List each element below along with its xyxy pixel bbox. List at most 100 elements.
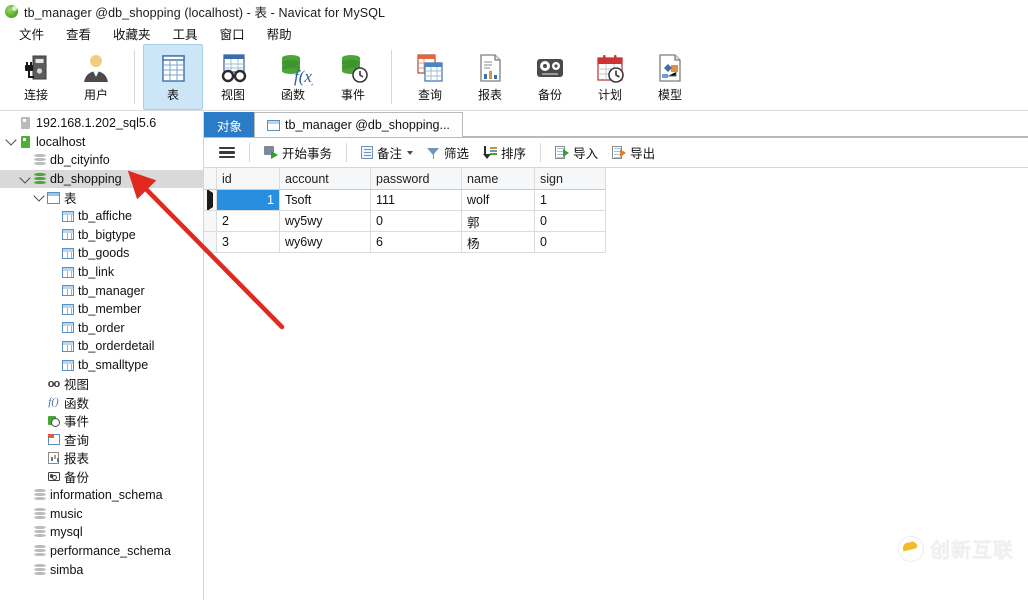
tree-node-[interactable]: f() 函数	[0, 393, 203, 412]
tables-folder-icon	[47, 191, 60, 204]
tree-node-tb_bigtype[interactable]: tb_bigtype	[0, 226, 203, 245]
row-indicator[interactable]	[204, 189, 217, 211]
grid-menu-button[interactable]	[212, 140, 242, 165]
table-icon	[61, 359, 74, 371]
object-tree-sidebar[interactable]: 192.168.1.202_sql5.6 localhost db_cityinfo…	[0, 111, 204, 600]
data-grid[interactable]: id account password name sign 1 Tsoft 111 w…	[204, 168, 606, 253]
menu-favorites[interactable]: 收藏夹	[102, 22, 162, 45]
cell-password[interactable]: 6	[370, 231, 462, 253]
tree-node-music[interactable]: music	[0, 504, 203, 523]
cell-sign[interactable]: 0	[534, 231, 606, 253]
tree-node-tb_link[interactable]: tb_link	[0, 263, 203, 282]
row-indicator[interactable]	[204, 231, 217, 253]
table-row[interactable]: 3 wy6wy 6 杨 0	[204, 231, 606, 253]
tree-node-[interactable]: 表	[0, 188, 203, 207]
tree-node-label: 事件	[64, 415, 90, 430]
toolbar-report-button[interactable]: 报表	[460, 44, 520, 110]
column-header-account[interactable]: account	[279, 168, 371, 190]
filter-button[interactable]: 筛选	[420, 140, 476, 165]
column-header-sign[interactable]: sign	[534, 168, 606, 190]
sort-button[interactable]: 排序	[476, 140, 533, 165]
import-button[interactable]: 导入	[548, 140, 605, 165]
tree-node-tb_manager[interactable]: tb_manager	[0, 281, 203, 300]
toolbar-connection-button[interactable]: 连接	[6, 44, 66, 110]
tree-node-performance_schema[interactable]: performance_schema	[0, 542, 203, 561]
note-button[interactable]: 备注	[354, 140, 420, 165]
tab-objects[interactable]: 对象	[204, 112, 256, 137]
function-icon: f(x)	[273, 52, 318, 86]
cell-account[interactable]: Tsoft	[279, 189, 371, 211]
cell-id[interactable]: 1	[216, 189, 280, 211]
tree-twisty[interactable]	[32, 190, 45, 202]
tree-node-label: 备份	[64, 471, 90, 486]
toolbar-query-button[interactable]: 查询	[400, 44, 460, 110]
tree-node-information_schema[interactable]: information_schema	[0, 486, 203, 505]
tree-node-tb_orderdetail[interactable]: tb_orderdetail	[0, 337, 203, 356]
cell-id[interactable]: 3	[216, 231, 280, 253]
tree-node-tb_order[interactable]: tb_order	[0, 319, 203, 338]
tree-node-tb_affiche[interactable]: tb_affiche	[0, 207, 203, 226]
toolbar-schedule-label: 计划	[597, 88, 622, 102]
tab-tb-manager-label: tb_manager @db_shopping...	[285, 118, 450, 132]
tree-node-localhost[interactable]: localhost	[0, 133, 203, 152]
menu-window[interactable]: 窗口	[209, 22, 256, 45]
tree-node-simba[interactable]: simba	[0, 560, 203, 579]
tree-node-tb_goods[interactable]: tb_goods	[0, 244, 203, 263]
toolbar-backup-button[interactable]: 备份	[520, 44, 580, 110]
cell-name[interactable]: 郭	[461, 210, 535, 232]
tree-node-db_cityinfo[interactable]: db_cityinfo	[0, 151, 203, 170]
toolbar-view-button[interactable]: 视图	[203, 44, 263, 110]
tree-node-[interactable]: 备份	[0, 467, 203, 486]
toolbar-table-button[interactable]: 表	[143, 44, 203, 110]
data-grid-body[interactable]: 1 Tsoft 111 wolf 1 2 wy5wy 0 郭 0 3 wy6wy 6 杨 0	[204, 189, 606, 253]
row-indicator[interactable]	[204, 210, 217, 232]
export-icon	[612, 146, 627, 159]
tree-node-tb_member[interactable]: tb_member	[0, 300, 203, 319]
menu-tools[interactable]: 工具	[162, 22, 209, 45]
table-row[interactable]: 2 wy5wy 0 郭 0	[204, 210, 606, 232]
table-row[interactable]: 1 Tsoft 111 wolf 1	[204, 189, 606, 211]
toolbar-schedule-button[interactable]: 计划	[580, 44, 640, 110]
navicat-logo-icon	[5, 4, 18, 18]
tree-node-[interactable]: 查询	[0, 430, 203, 449]
cell-password[interactable]: 0	[370, 210, 462, 232]
menu-view[interactable]: 查看	[55, 22, 102, 45]
tree-node-tb_smalltype[interactable]: tb_smalltype	[0, 356, 203, 375]
cell-id[interactable]: 2	[216, 210, 280, 232]
column-header-password[interactable]: password	[370, 168, 462, 190]
tree-node-[interactable]: 事件	[0, 412, 203, 431]
chuangxin-logo-icon	[898, 535, 924, 562]
cell-name[interactable]: 杨	[461, 231, 535, 253]
column-header-name[interactable]: name	[461, 168, 535, 190]
tree-node-label: mysql	[50, 525, 83, 540]
toolbar-event-button[interactable]: 事件	[323, 44, 383, 110]
tree-node-mysql[interactable]: mysql	[0, 523, 203, 542]
tree-node-1921681202_sql56[interactable]: 192.168.1.202_sql5.6	[0, 114, 203, 133]
toolbar-function-button[interactable]: f(x) 函数	[263, 44, 323, 110]
tree-twisty[interactable]	[4, 134, 17, 147]
menu-file[interactable]: 文件	[8, 22, 55, 45]
column-header-id[interactable]: id	[216, 168, 280, 190]
model-icon	[650, 52, 690, 86]
tree-node-[interactable]: 报表	[0, 449, 203, 468]
cell-password[interactable]: 111	[370, 189, 462, 211]
cell-name[interactable]: wolf	[461, 189, 535, 211]
toolbar-table-label: 表	[166, 88, 179, 102]
begin-transaction-icon	[264, 146, 278, 159]
tree-node-label: 查询	[64, 433, 90, 448]
database-icon	[33, 489, 46, 501]
cell-account[interactable]: wy6wy	[279, 231, 371, 253]
toolbar-user-button[interactable]: 用户	[66, 44, 126, 110]
tree-twisty[interactable]	[18, 171, 31, 184]
chevron-down-icon[interactable]	[407, 150, 414, 155]
cell-sign[interactable]: 0	[534, 210, 606, 232]
toolbar-model-button[interactable]: 模型	[640, 44, 700, 110]
cell-account[interactable]: wy5wy	[279, 210, 371, 232]
begin-transaction-button[interactable]: 开始事务	[257, 140, 339, 165]
tree-node-db_shopping[interactable]: db_shopping	[0, 169, 203, 189]
cell-sign[interactable]: 1	[534, 189, 606, 211]
tab-tb-manager[interactable]: tb_manager @db_shopping...	[254, 112, 463, 137]
export-button[interactable]: 导出	[605, 140, 662, 165]
menu-help[interactable]: 帮助	[256, 22, 303, 45]
tree-node-[interactable]: oo 视图	[0, 374, 203, 393]
